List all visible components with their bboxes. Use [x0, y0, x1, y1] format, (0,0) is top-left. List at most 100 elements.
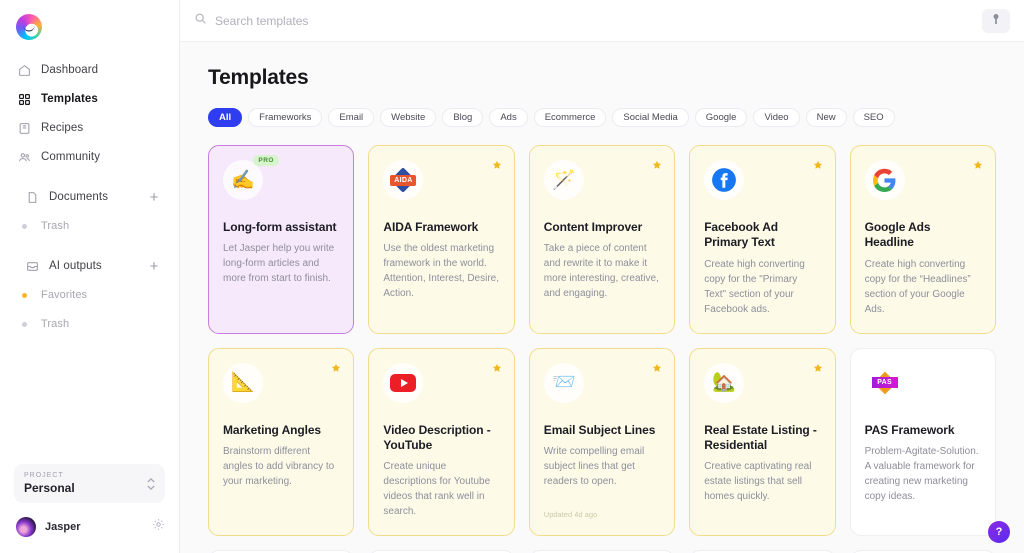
filter-chip-google[interactable]: Google	[694, 108, 748, 127]
template-icon-wrap: 🏡	[704, 362, 745, 403]
filter-chip-email[interactable]: Email	[328, 108, 375, 127]
template-icon-wrap: PAS	[864, 362, 905, 403]
filter-chip-ecommerce[interactable]: Ecommerce	[533, 108, 607, 127]
sidebar-item-label: Trash	[41, 318, 70, 330]
add-document-button[interactable]: +	[147, 190, 161, 205]
template-description: Problem-Agitate-Solution. A valuable fra…	[864, 446, 979, 503]
book-icon	[18, 122, 31, 135]
sidebar-item-ai-outputs[interactable]: AI outputs +	[10, 254, 169, 278]
people-icon	[18, 151, 31, 164]
filter-chip-frameworks[interactable]: Frameworks	[248, 108, 323, 127]
filter-chip-ads[interactable]: Ads	[489, 108, 528, 127]
jasper-logo-icon[interactable]	[16, 14, 42, 40]
template-icon-wrap	[704, 160, 745, 200]
template-title: Facebook Ad Primary Text	[704, 220, 778, 250]
filter-chip-social-media[interactable]: Social Media	[612, 108, 689, 127]
sidebar-item-label: Documents	[49, 191, 109, 203]
template-updated-meta: Updated 4d ago	[543, 510, 598, 520]
template-icon-wrap	[383, 362, 424, 403]
chevron-updown-icon	[147, 477, 155, 490]
favorite-star-icon[interactable]	[813, 157, 823, 175]
template-description: Let Jasper help you write long-form arti…	[223, 243, 335, 285]
filter-chip-website[interactable]: Website	[380, 108, 437, 127]
project-label: PROJECT	[24, 472, 64, 479]
favorite-star-icon[interactable]	[331, 360, 341, 378]
main-area: Templates AllFrameworksEmailWebsiteBlogA…	[180, 0, 1024, 553]
template-title: Real Estate Listing - Residential	[704, 422, 817, 453]
filter-chip-all[interactable]: All	[208, 108, 243, 127]
house-with-garden-emoji: 🏡	[712, 372, 737, 394]
template-card[interactable]: Video Description - YouTube Create unique…	[368, 347, 515, 537]
template-icon-wrap: 🪄	[543, 160, 584, 200]
filter-chip-video[interactable]: Video	[753, 108, 800, 127]
template-title: Google Ads Headline	[864, 220, 931, 250]
sidebar-item-dashboard[interactable]: Dashboard	[10, 58, 169, 82]
sidebar-item-label: Favorites	[41, 289, 88, 301]
topbar	[180, 0, 1024, 42]
template-card[interactable]: Google Ads Headline Create high convertin…	[849, 145, 996, 334]
project-selector[interactable]: PROJECT Personal	[14, 464, 165, 503]
template-title: Marketing Angles	[223, 422, 321, 437]
template-card[interactable]: Facebook Ad Primary Text Create high conv…	[689, 145, 836, 334]
nav-group-ai-outputs: AI outputs + Favorites Trash	[0, 254, 179, 336]
template-card[interactable]: 🪄 Content Improver Take a piece of content…	[528, 145, 676, 334]
template-title: AIDA Framework	[383, 220, 479, 234]
template-description: Write compelling email subject lines tha…	[543, 446, 645, 488]
template-description: Create high converting copy for the "Pri…	[704, 258, 805, 315]
favorite-star-icon[interactable]	[492, 360, 502, 378]
user-name: Jasper	[45, 521, 81, 533]
template-icon-wrap: AIDA	[383, 160, 424, 200]
sidebar-item-label: Community	[41, 151, 101, 163]
search-input[interactable]	[215, 13, 982, 28]
template-description: Create high converting copy for the “Hea…	[864, 258, 971, 315]
grid-icon	[18, 93, 31, 106]
favorite-star-icon[interactable]	[652, 157, 662, 175]
template-card[interactable]: 📨 Email Subject Lines Write compelling ema…	[528, 347, 676, 537]
template-description: Use the oldest marketing framework in th…	[383, 243, 500, 300]
sidebar-item-community[interactable]: Community	[10, 145, 169, 169]
favorite-star-icon[interactable]	[973, 157, 983, 175]
help-button[interactable]: ?	[988, 521, 1010, 543]
template-description: Take a piece of content and rewrite it t…	[543, 243, 659, 300]
template-card[interactable]: 📐 Marketing Angles Brainstorm different an…	[208, 347, 355, 537]
sidebar-item-label: Trash	[41, 220, 70, 232]
writing-hand-emoji: ✍️	[231, 169, 255, 191]
template-title: Content Improver	[543, 220, 643, 234]
template-card[interactable]: AIDA AIDA Framework Use the oldest marketi…	[368, 145, 515, 334]
sidebar-item-documents[interactable]: Documents +	[10, 185, 169, 209]
sidebar-item-templates[interactable]: Templates	[10, 87, 169, 111]
template-card[interactable]: 🏡 Real Estate Listing - Residential Creati…	[689, 347, 836, 537]
pin-button[interactable]	[982, 8, 1010, 33]
sidebar-item-ai-outputs-trash[interactable]: Trash	[10, 312, 169, 336]
facebook-logo-icon	[711, 167, 737, 193]
filter-chip-seo[interactable]: SEO	[852, 108, 895, 127]
search-bar[interactable]	[194, 12, 982, 30]
sidebar-item-documents-trash[interactable]: Trash	[10, 214, 169, 238]
sidebar-item-label: AI outputs	[49, 260, 102, 272]
template-card[interactable]: PAS PAS Framework Problem-Agitate-Solution…	[849, 347, 996, 537]
star-dot-icon	[22, 292, 27, 298]
inbox-icon	[26, 260, 39, 273]
sidebar-item-favorites[interactable]: Favorites	[10, 283, 169, 307]
dot-icon	[22, 223, 27, 229]
add-ai-output-button[interactable]: +	[147, 259, 161, 274]
favorite-star-icon[interactable]	[652, 360, 662, 378]
filter-chip-new[interactable]: New	[805, 108, 847, 127]
category-filter-tabs: All Frameworks Email Website Blog Ads Ecommerc…	[208, 108, 996, 127]
page-title: Templates	[208, 66, 309, 89]
primary-nav: Dashboard Templates Recipes Community Do…	[0, 58, 179, 341]
favorite-star-icon[interactable]	[492, 157, 502, 175]
incoming-envelope-emoji: 📨	[551, 372, 576, 394]
template-card[interactable]: ✍️ PRO Long-form assistant Let Jasper help …	[208, 145, 355, 334]
pro-badge: PRO	[253, 155, 279, 166]
sidebar-item-recipes[interactable]: Recipes	[10, 116, 169, 140]
template-description: Brainstorm different angles to add vibra…	[223, 446, 335, 488]
gear-icon[interactable]	[152, 518, 165, 536]
user-menu[interactable]: Jasper	[0, 517, 179, 553]
filter-chip-blog[interactable]: Blog	[442, 108, 484, 127]
favorite-star-icon[interactable]	[813, 360, 823, 378]
template-icon-wrap: 📨	[543, 362, 584, 403]
template-title: PAS Framework	[864, 422, 955, 437]
template-title: Email Subject Lines	[543, 422, 656, 437]
